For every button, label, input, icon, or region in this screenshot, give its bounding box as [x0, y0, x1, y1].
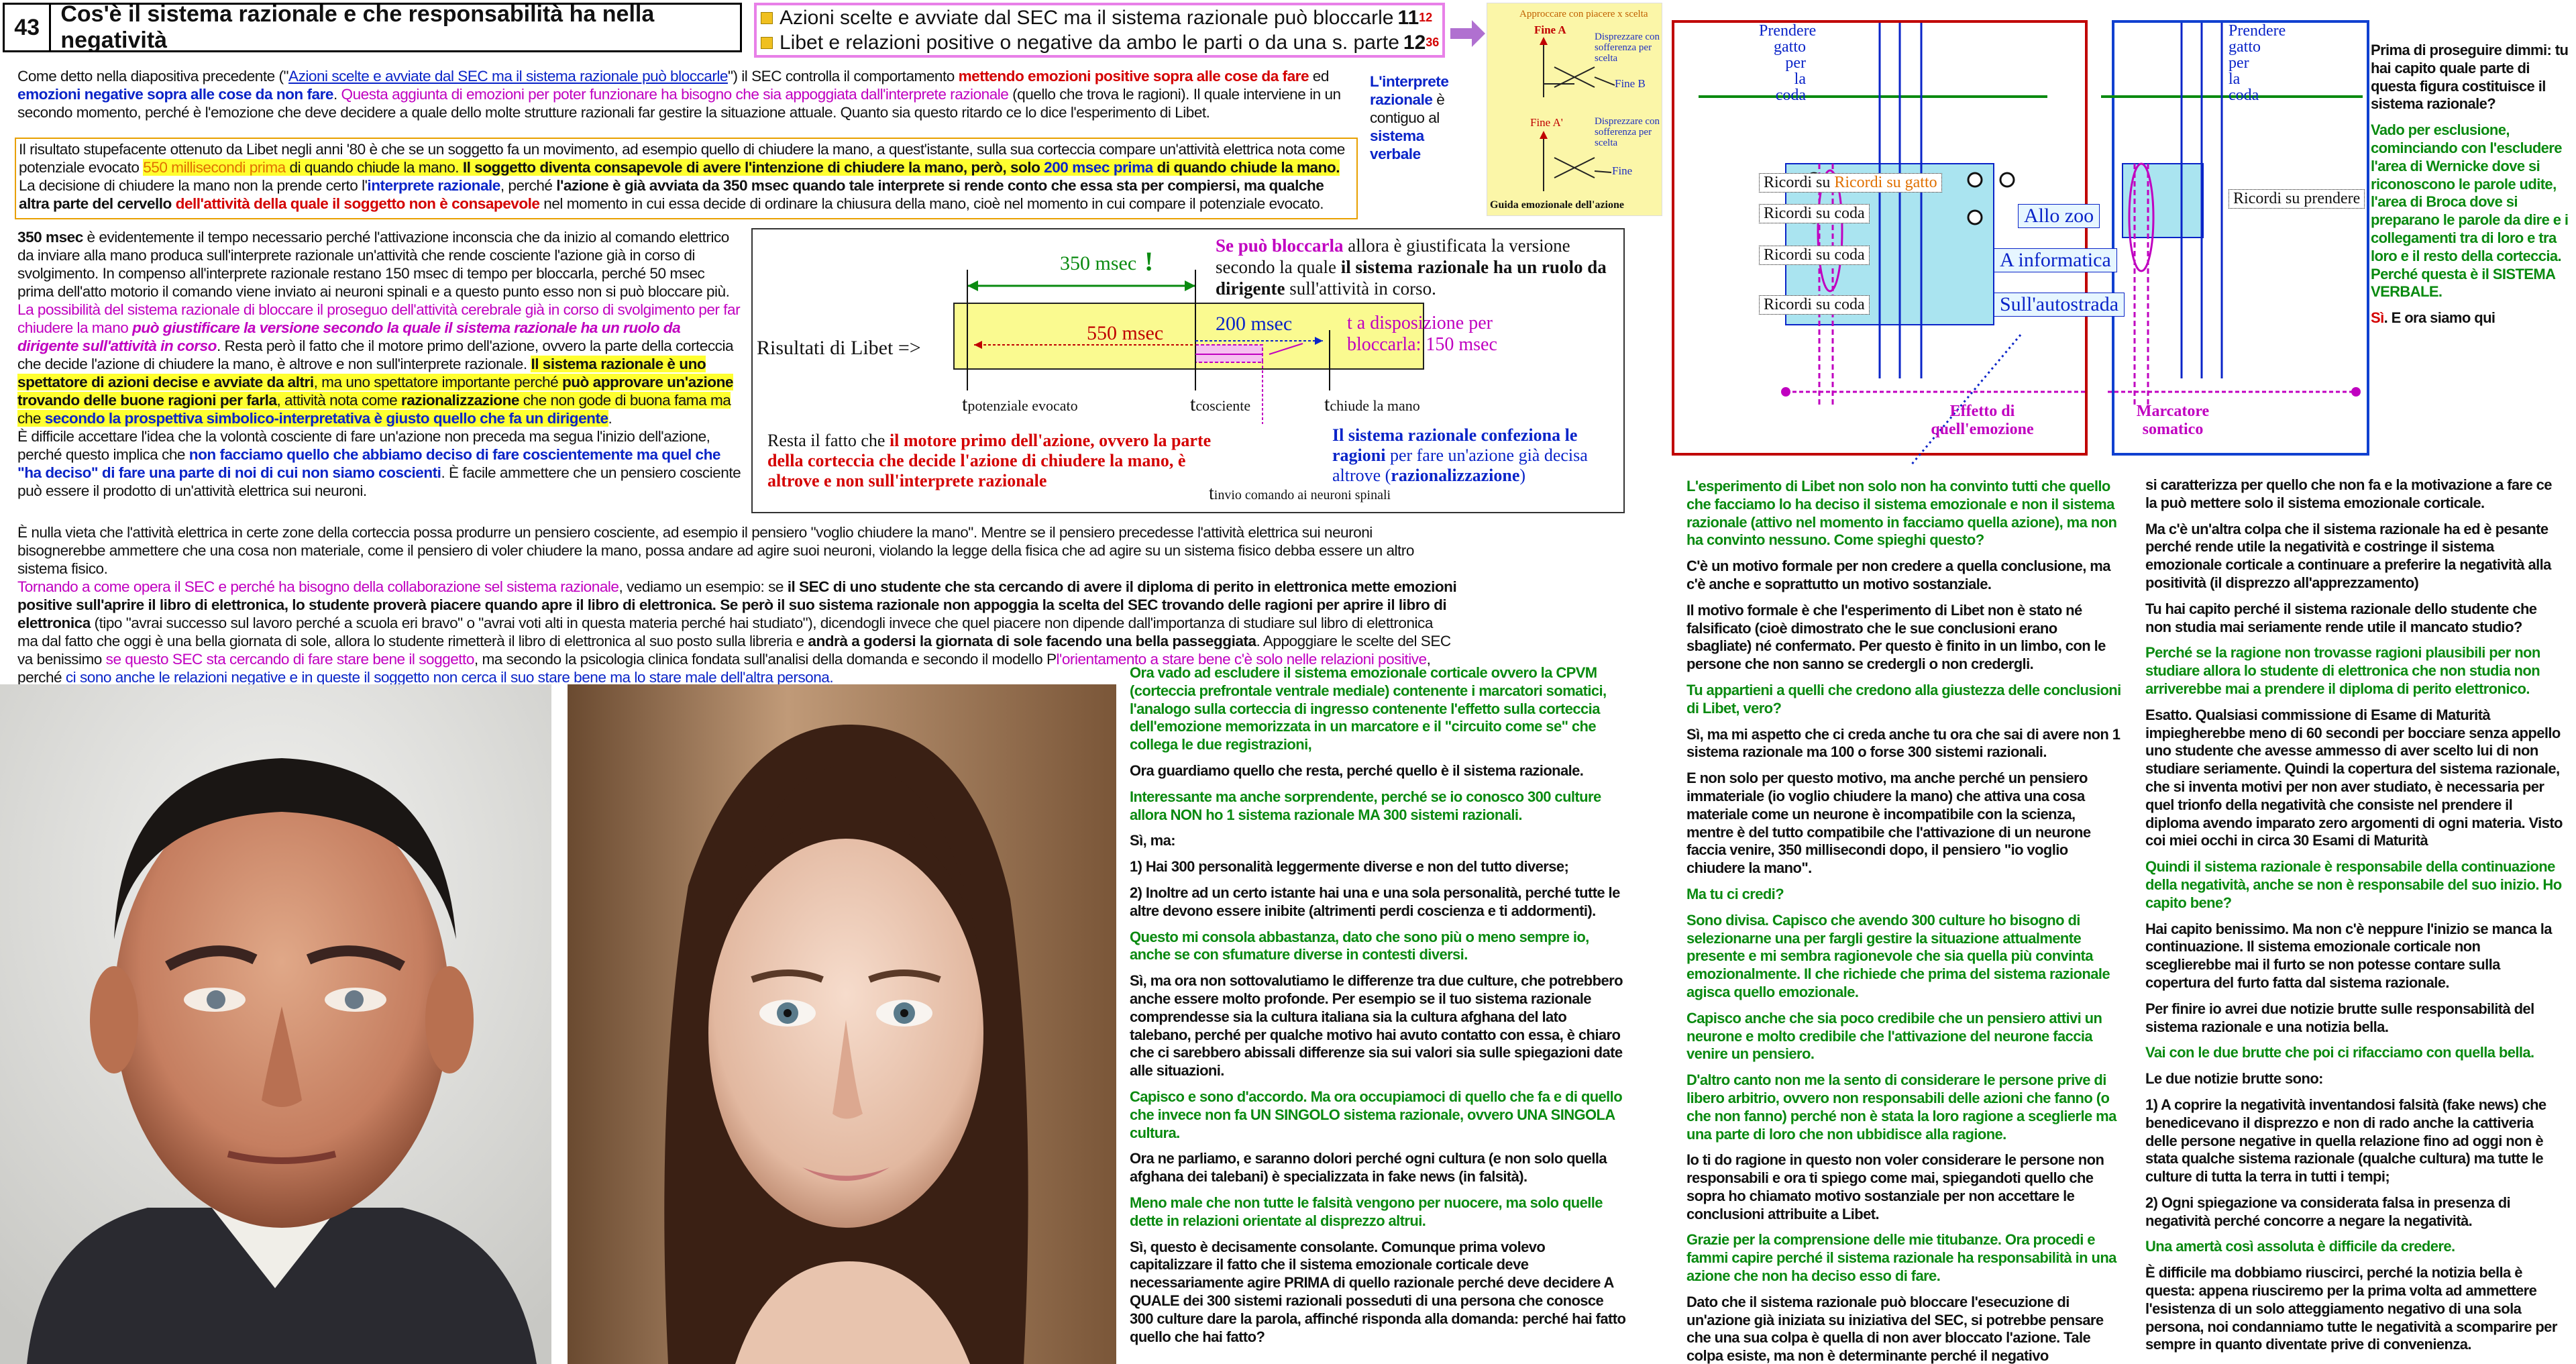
label-t-cosciente: tcosciente: [1190, 393, 1251, 415]
memory-words-left: Prendere gatto per la coda: [1759, 22, 1817, 104]
dialogue-column-2: L'esperimento di Libet non solo non ha c…: [1686, 478, 2121, 1364]
libet-lower-left: Resta il fatto che il motore primo dell'…: [767, 431, 1212, 490]
label-t-invio: tinvio comando ai neuroni spinali: [1209, 483, 1391, 504]
intro-link[interactable]: Azioni scelte e avviate dal SEC ma il si…: [288, 68, 728, 85]
label-350-msec: 350 msec: [1060, 252, 1137, 274]
context-zoo: Allo zoo: [2018, 204, 2100, 228]
nav-link-sup: 36: [1426, 36, 1440, 49]
intro-paragraph: Come detto nella diapositiva precedente …: [17, 68, 1341, 121]
dialogue-column-1: Ora vado ad escludere il sistema emozion…: [1130, 664, 1626, 1345]
nav-link-2[interactable]: Libet e relazioni positive o negative da…: [757, 30, 1442, 55]
label-550-msec: 550 msec: [1087, 322, 1164, 344]
nav-link-1[interactable]: Azioni scelte e avviate dal SEC ma il si…: [757, 5, 1442, 30]
link-square-icon: [761, 36, 773, 49]
libet-lower-right: Il sistema razionale confeziona le ragio…: [1332, 425, 1588, 485]
right-arrow-icon: [1450, 20, 1485, 47]
label-t-potenziale: tpotenziale evocato: [962, 393, 1078, 415]
label-bang: !: [1144, 246, 1154, 276]
label-available-time: t a disposizione per bloccarla: 150 msec: [1347, 313, 1497, 355]
emotional-guide-diagram: Approccare con piacere x scelta Fine A D…: [1487, 3, 1662, 216]
nav-link-sup: 12: [1419, 11, 1433, 24]
slide-title: Cos'è il sistema razionale e che respons…: [60, 1, 655, 53]
label-risultati: Risultati di Libet =>: [757, 337, 921, 359]
marcatore-somatico-label: Marcatore somatico: [2136, 403, 2210, 438]
dialogue-column-3: si caratterizza per quello che non fa e …: [2145, 476, 2563, 1353]
ricordi-prendere: Ricordi su prendere: [2229, 189, 2365, 209]
explanation-paragraph: 350 msec è evidentemente il tempo necess…: [17, 229, 741, 499]
context-informatica: A informatica: [1994, 248, 2117, 272]
nav-link-label: Libet e relazioni positive o negative da…: [780, 31, 1399, 54]
interpreter-note: L'interprete razionale è contiguo al sis…: [1370, 73, 1449, 162]
slide-header: 43 Cos'è il sistema razionale e che resp…: [3, 1, 742, 53]
context-autostrada: Sull'autostrada: [1994, 293, 2125, 317]
link-square-icon: [761, 11, 773, 24]
nav-link-number: 11: [1397, 6, 1419, 29]
label-t-chiude: tchiude la mano: [1324, 393, 1420, 415]
example-paragraph: È nulla vieta che l'attività elettrica i…: [17, 524, 1457, 686]
ricordi-coda-3: Ricordi su coda: [1759, 295, 1870, 315]
ricordi-gatto: Ricordi su Ricordi su gatto: [1759, 173, 1942, 193]
nav-link-label: Azioni scelte e avviate dal SEC ma il si…: [780, 6, 1394, 29]
slide-number: 43: [5, 5, 52, 50]
photo-man-portrait: [0, 684, 551, 1364]
memory-words-right: Prendere gatto per la coda: [2229, 22, 2286, 104]
guide-caption: Guida emozionale dell'azione: [1490, 199, 1624, 211]
ricordi-coda-2: Ricordi su coda: [1759, 246, 1870, 265]
ricordi-coda-1: Ricordi su coda: [1759, 204, 1870, 223]
libet-diagram: Se può bloccarla allora è giustificata l…: [751, 228, 1625, 513]
label-200-msec: 200 msec: [1216, 313, 1293, 335]
memory-circuit-diagram: Prendere gatto per la coda Prendere gatto per l…: [1672, 3, 2377, 466]
nav-link-number: 12: [1403, 31, 1426, 54]
photo-woman-portrait: [568, 684, 1116, 1364]
effetto-emozione-label: Effetto di quell'emozione: [1931, 403, 2034, 438]
libet-result-box: Il risultato stupefacente ottenuto da Li…: [15, 138, 1358, 219]
navigation-links: Azioni scelte e avviate dal SEC ma il si…: [754, 3, 1445, 58]
guide-arrows: [1540, 37, 1615, 191]
dialogue-column-right-top: Prima di proseguire dimmi: tu hai capito…: [2371, 42, 2569, 327]
